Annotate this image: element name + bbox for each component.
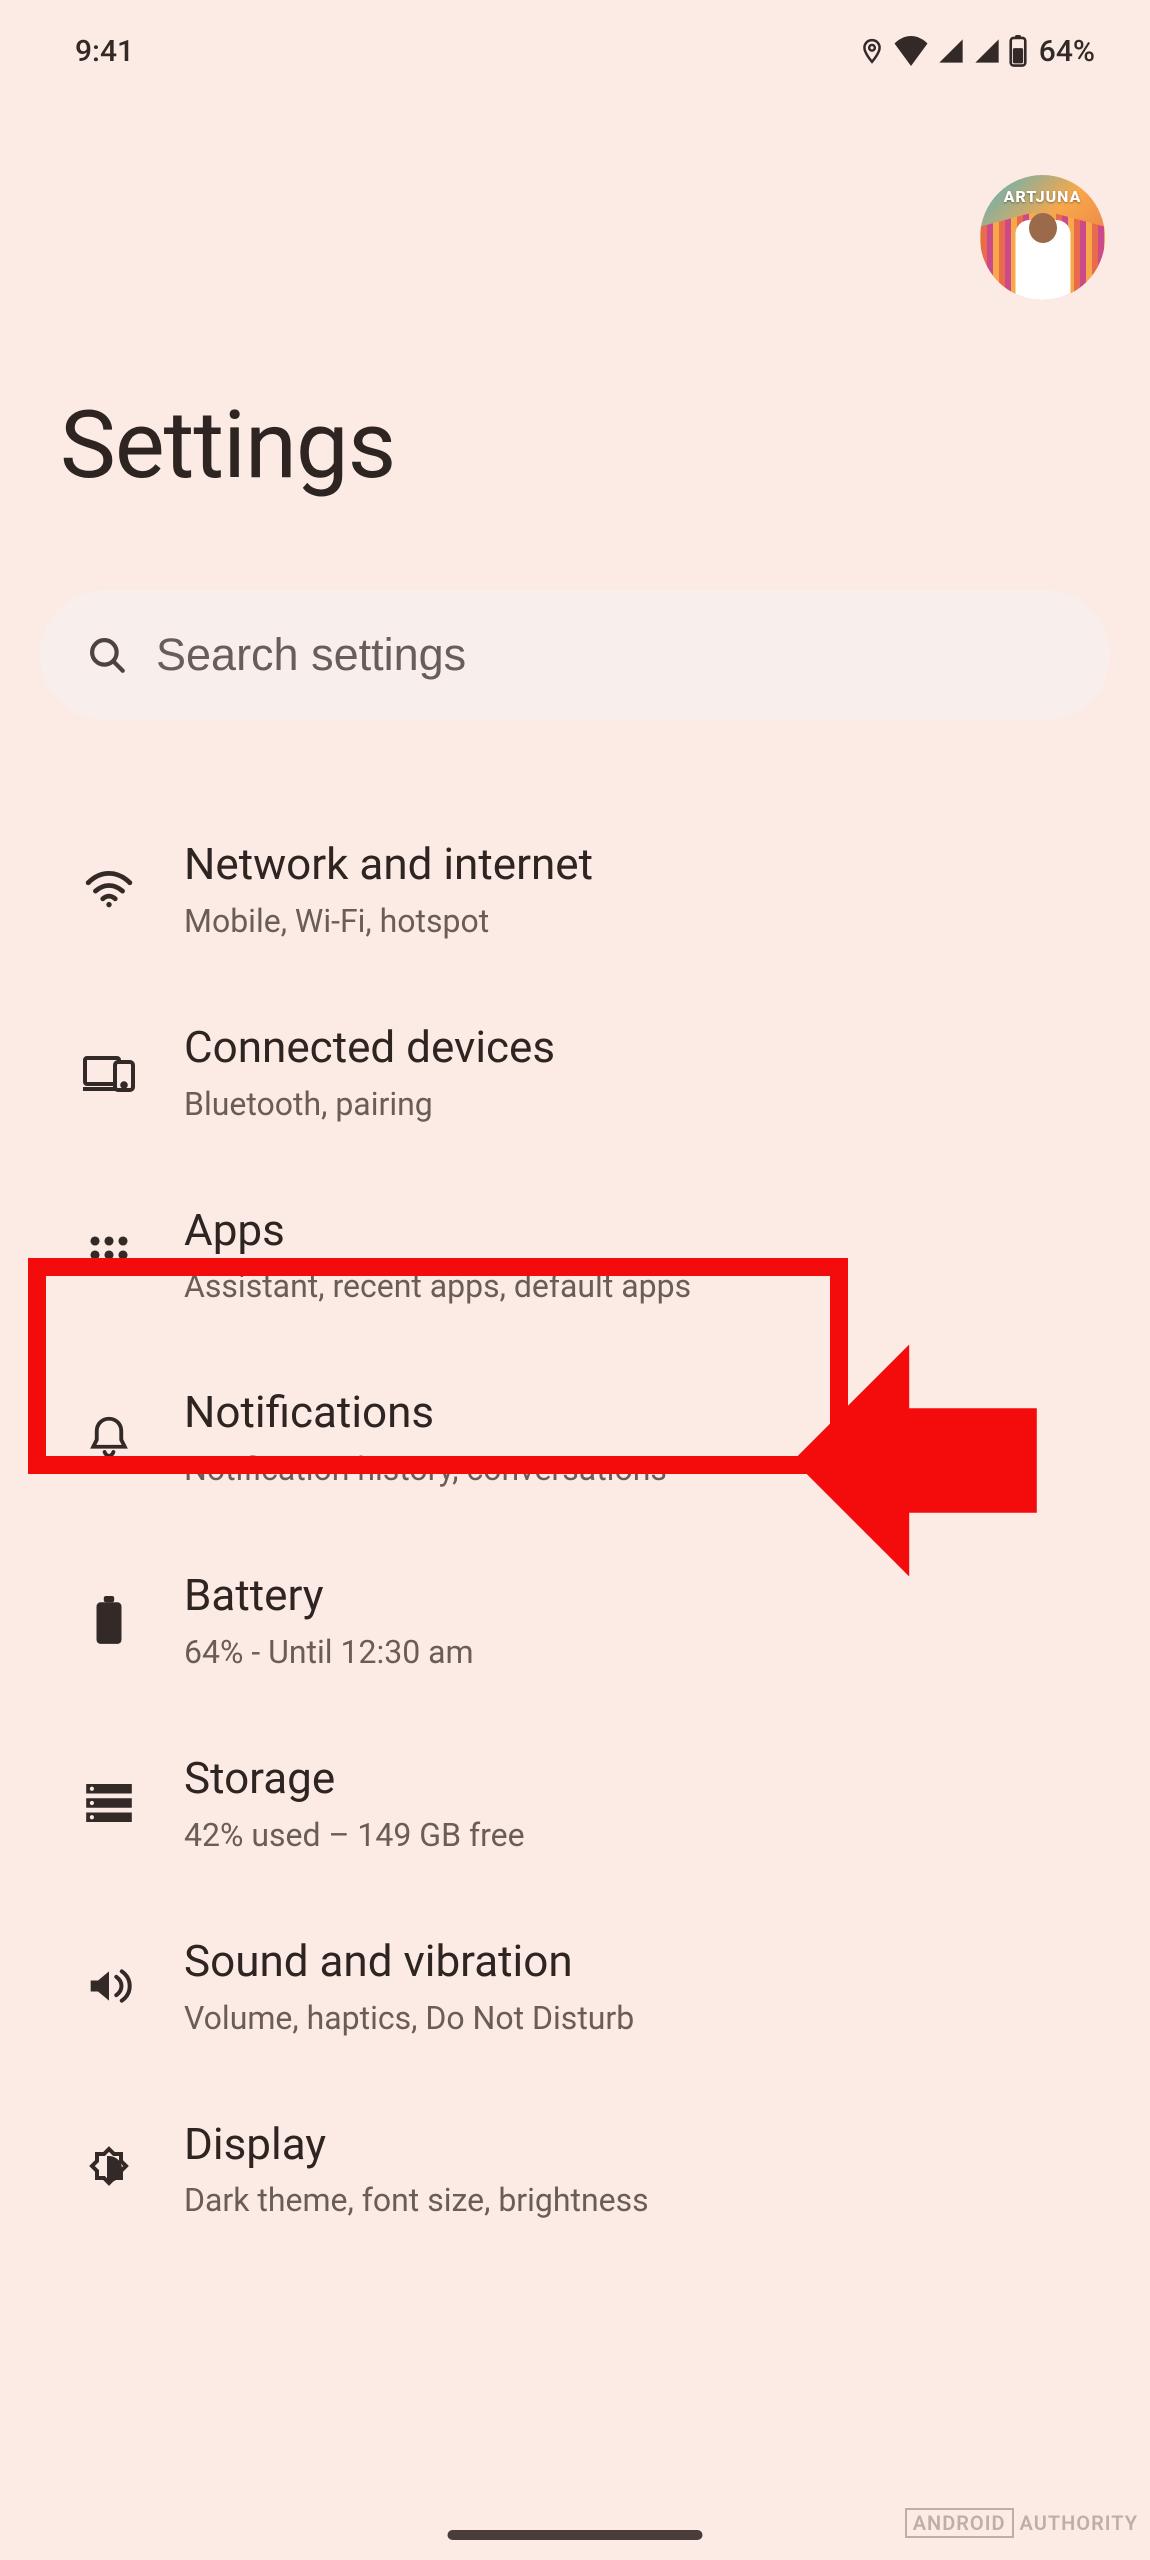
item-display[interactable]: Display Dark theme, font size, brightnes…: [0, 2078, 1150, 2261]
battery-icon: [1009, 35, 1027, 67]
battery-icon: [74, 1596, 144, 1646]
item-subtitle: Bluetooth, pairing: [184, 1084, 555, 1124]
devices-icon: [74, 1052, 144, 1092]
item-subtitle: 42% used – 149 GB free: [184, 1815, 525, 1855]
bell-icon: [74, 1414, 144, 1462]
wifi-icon: [893, 36, 929, 66]
watermark-site: AUTHORITY: [1020, 2511, 1138, 2535]
item-title: Network and internet: [184, 838, 593, 891]
item-title: Display: [184, 2118, 649, 2171]
status-time: 9:41: [75, 34, 134, 69]
profile-avatar[interactable]: ARTJUNA: [980, 175, 1105, 300]
apps-grid-icon: [74, 1234, 144, 1276]
item-title: Sound and vibration: [184, 1935, 634, 1988]
search-input[interactable]: [156, 629, 1064, 681]
status-indicators: 64%: [859, 34, 1095, 69]
search-bar[interactable]: [40, 590, 1110, 720]
item-title: Connected devices: [184, 1021, 555, 1074]
brightness-icon: [74, 2145, 144, 2193]
item-subtitle: Notification history, conversations: [184, 1449, 667, 1489]
item-battery[interactable]: Battery 64% - Until 12:30 am: [0, 1529, 1150, 1712]
item-title: Apps: [184, 1204, 691, 1257]
item-storage[interactable]: Storage 42% used – 149 GB free: [0, 1712, 1150, 1895]
item-devices[interactable]: Connected devices Bluetooth, pairing: [0, 981, 1150, 1164]
item-title: Battery: [184, 1569, 474, 1622]
signal-1-icon: [937, 37, 965, 65]
header: ARTJUNA Settings: [0, 80, 1150, 500]
item-title: Notifications: [184, 1386, 667, 1439]
signal-2-icon: [973, 37, 1001, 65]
search-icon: [86, 634, 128, 676]
watermark-brand: ANDROID: [905, 2508, 1014, 2538]
storage-icon: [74, 1784, 144, 1822]
watermark: ANDROID AUTHORITY: [905, 2508, 1138, 2538]
item-sound[interactable]: Sound and vibration Volume, haptics, Do …: [0, 1895, 1150, 2078]
status-bar: 9:41 64%: [0, 0, 1150, 80]
settings-list: Network and internet Mobile, Wi-Fi, hots…: [0, 780, 1150, 2260]
item-subtitle: Volume, haptics, Do Not Disturb: [184, 1998, 634, 2038]
wifi-icon: [74, 870, 144, 908]
item-title: Storage: [184, 1752, 525, 1805]
item-subtitle: Mobile, Wi-Fi, hotspot: [184, 901, 593, 941]
item-notifications[interactable]: Notifications Notification history, conv…: [0, 1346, 1150, 1529]
page-title: Settings: [60, 390, 1090, 500]
item-subtitle: 64% - Until 12:30 am: [184, 1632, 474, 1672]
avatar-label: ARTJUNA: [980, 187, 1105, 206]
item-subtitle: Dark theme, font size, brightness: [184, 2180, 649, 2220]
item-subtitle: Assistant, recent apps, default apps: [184, 1266, 691, 1306]
item-apps[interactable]: Apps Assistant, recent apps, default app…: [0, 1164, 1150, 1347]
item-network[interactable]: Network and internet Mobile, Wi-Fi, hots…: [0, 798, 1150, 981]
speaker-icon: [74, 1964, 144, 2008]
battery-text: 64%: [1039, 34, 1095, 69]
gesture-bar[interactable]: [448, 2530, 703, 2540]
location-icon: [859, 35, 885, 67]
